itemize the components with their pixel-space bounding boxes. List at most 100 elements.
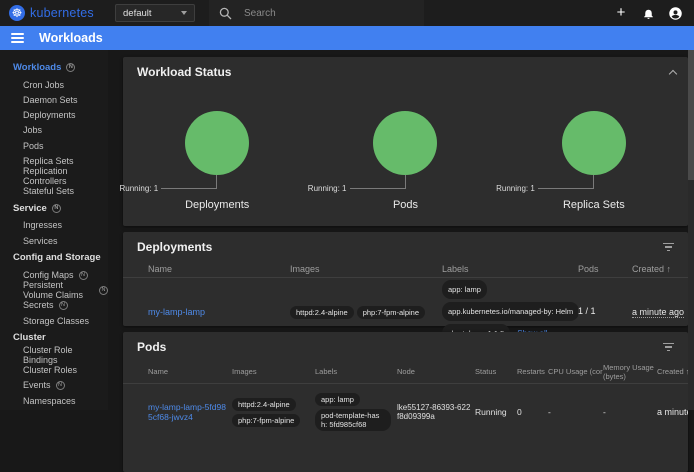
col-labels[interactable]: Labels: [315, 367, 397, 376]
namespaced-badge-icon: N: [66, 63, 75, 72]
label-chip: app.kubernetes.io/managed-by: Helm: [442, 302, 578, 321]
status-text-cell: Running: [475, 407, 517, 417]
col-memory[interactable]: Memory Usage (bytes): [603, 363, 657, 381]
col-created-sorted[interactable]: Created ↑: [657, 367, 688, 376]
sidebar-item-cluster[interactable]: Cluster: [0, 330, 108, 345]
pods-count-cell: 1 / 1: [578, 306, 632, 316]
deployments-header: Deployments: [123, 232, 688, 260]
deployments-card: Deployments Name Images Labels Pods Crea…: [123, 232, 688, 326]
col-created-label: Created: [632, 264, 664, 274]
status-cell: [123, 302, 148, 320]
sidebar-item-replication-controllers[interactable]: Replication Controllers: [0, 168, 108, 183]
sidebar-item-label: Cluster: [13, 332, 46, 343]
callout-connector-line: [538, 175, 594, 189]
running-count-label: Running: 1: [119, 184, 158, 193]
pod-name-link[interactable]: my-lamp-lamp-5fd985cf68-jwvz4: [148, 402, 228, 422]
collapse-chevron-icon[interactable]: [669, 69, 677, 77]
image-chip: php:7-fpm-alpine: [232, 414, 300, 427]
account-circle-icon: [668, 6, 683, 21]
sidebar-nav: Workloads N Cron Jobs Daemon Sets Deploy…: [0, 50, 108, 410]
labels-cell: app: lamp pod-template-hash: 5fd985cf68: [315, 392, 397, 433]
search-input[interactable]: [244, 8, 404, 19]
sidebar-item-events[interactable]: Events N: [0, 378, 108, 393]
scrollbar-thumb[interactable]: [688, 50, 694, 180]
col-created-sorted[interactable]: Created ↑: [632, 264, 688, 274]
created-cell: a minute ago: [632, 302, 688, 320]
col-restarts[interactable]: Restarts: [517, 367, 548, 376]
created-cell: a minute ago: [657, 407, 688, 417]
account-button[interactable]: [666, 4, 684, 22]
sidebar-item-services[interactable]: Services: [0, 233, 108, 248]
top-bar: ☸ kubernetes default +: [0, 0, 694, 26]
deployments-title: Deployments: [137, 240, 212, 254]
cpu-usage-cell: -: [548, 407, 603, 417]
label-chip: pod-template-hash: 5fd985cf68: [315, 409, 391, 431]
col-pods[interactable]: Pods: [578, 264, 632, 274]
workload-status-title: Workload Status: [137, 65, 231, 79]
sidebar-item-label: Services: [23, 236, 58, 246]
pods-header: Pods: [123, 332, 688, 360]
namespaced-badge-icon: N: [59, 301, 68, 310]
namespaced-badge-icon: N: [79, 271, 88, 280]
page-title: Workloads: [39, 31, 103, 45]
col-images[interactable]: Images: [232, 367, 315, 376]
label-line: app.kubernetes.io/managed-by: Helm: [442, 300, 578, 322]
sidebar-item-daemon-sets[interactable]: Daemon Sets: [0, 92, 108, 107]
sort-ascending-icon: ↑: [667, 264, 672, 274]
sidebar-item-label: Replication Controllers: [23, 166, 108, 186]
image-chip: php:7-fpm-alpine: [357, 306, 425, 319]
vertical-scrollbar[interactable]: [688, 50, 694, 410]
col-cpu[interactable]: CPU Usage (cores): [548, 367, 603, 376]
col-node[interactable]: Node: [397, 367, 475, 376]
col-name[interactable]: Name: [148, 367, 232, 376]
sidebar-item-config-and-storage[interactable]: Config and Storage: [0, 250, 108, 265]
col-labels[interactable]: Labels: [442, 264, 578, 274]
pie-running-slice: [185, 111, 249, 175]
menu-icon[interactable]: [11, 33, 24, 43]
sidebar-item-label: Events: [23, 380, 51, 390]
kubernetes-logo[interactable]: ☸ kubernetes: [0, 5, 115, 21]
sidebar-item-namespaces[interactable]: Namespaces: [0, 393, 108, 408]
search-box: [209, 0, 424, 26]
sidebar-item-cluster-role-bindings[interactable]: Cluster Role Bindings: [0, 347, 108, 362]
callout-connector-line: [350, 175, 406, 189]
filter-icon[interactable]: [661, 341, 676, 354]
sidebar-item-deployments[interactable]: Deployments: [0, 108, 108, 123]
sidebar-item-cron-jobs[interactable]: Cron Jobs: [0, 77, 108, 92]
sidebar-item-workloads[interactable]: Workloads N: [0, 60, 108, 75]
deployments-pie-chart: Running: 1 Deployments: [123, 111, 311, 231]
col-images[interactable]: Images: [290, 264, 442, 274]
sidebar-item-label: Secrets: [23, 300, 54, 310]
sidebar-item-label: Workloads: [13, 62, 61, 73]
sidebar-item-label: Jobs: [23, 125, 42, 135]
namespaced-badge-icon: N: [56, 381, 65, 390]
images-cell: httpd:2.4-alpine php:7-fpm-alpine: [232, 396, 315, 428]
sidebar-item-pods[interactable]: Pods: [0, 138, 108, 153]
deployment-name-link[interactable]: my-lamp-lamp: [148, 307, 205, 317]
sidebar-item-ingresses[interactable]: Ingresses: [0, 218, 108, 233]
sidebar-item-storage-classes[interactable]: Storage Classes: [0, 313, 108, 328]
filter-icon[interactable]: [661, 241, 676, 254]
label-chip: app: lamp: [315, 393, 360, 406]
col-name[interactable]: Name: [148, 264, 290, 274]
notifications-button[interactable]: [639, 4, 657, 22]
chart-title: Replica Sets: [500, 199, 688, 211]
sidebar-item-jobs[interactable]: Jobs: [0, 123, 108, 138]
workload-status-charts: Running: 1 Deployments Running: 1 Pods R…: [123, 111, 688, 231]
namespace-selector[interactable]: default: [115, 4, 195, 22]
pod-table-row: my-lamp-lamp-5fd985cf68-jwvz4 httpd:2.4-…: [123, 384, 688, 440]
brand-text: kubernetes: [30, 6, 94, 20]
sidebar-item-label: Service: [13, 203, 47, 214]
sidebar-item-service[interactable]: Service N: [0, 201, 108, 216]
create-resource-button[interactable]: +: [612, 4, 630, 22]
bell-icon: [642, 7, 655, 20]
replica-sets-pie-chart: Running: 1 Replica Sets: [500, 111, 688, 231]
col-status[interactable]: Status: [475, 367, 517, 376]
label-chip: app: lamp: [442, 280, 487, 299]
name-cell: my-lamp-lamp: [148, 302, 290, 320]
sidebar-item-persistent-volume-claims[interactable]: Persistent Volume Claims N: [0, 283, 108, 298]
pie-running-slice: [562, 111, 626, 175]
images-cell: httpd:2.4-alpinephp:7-fpm-alpine: [290, 302, 442, 321]
sidebar-item-label: Stateful Sets: [23, 186, 74, 196]
sidebar-item-label: Namespaces: [23, 396, 76, 406]
